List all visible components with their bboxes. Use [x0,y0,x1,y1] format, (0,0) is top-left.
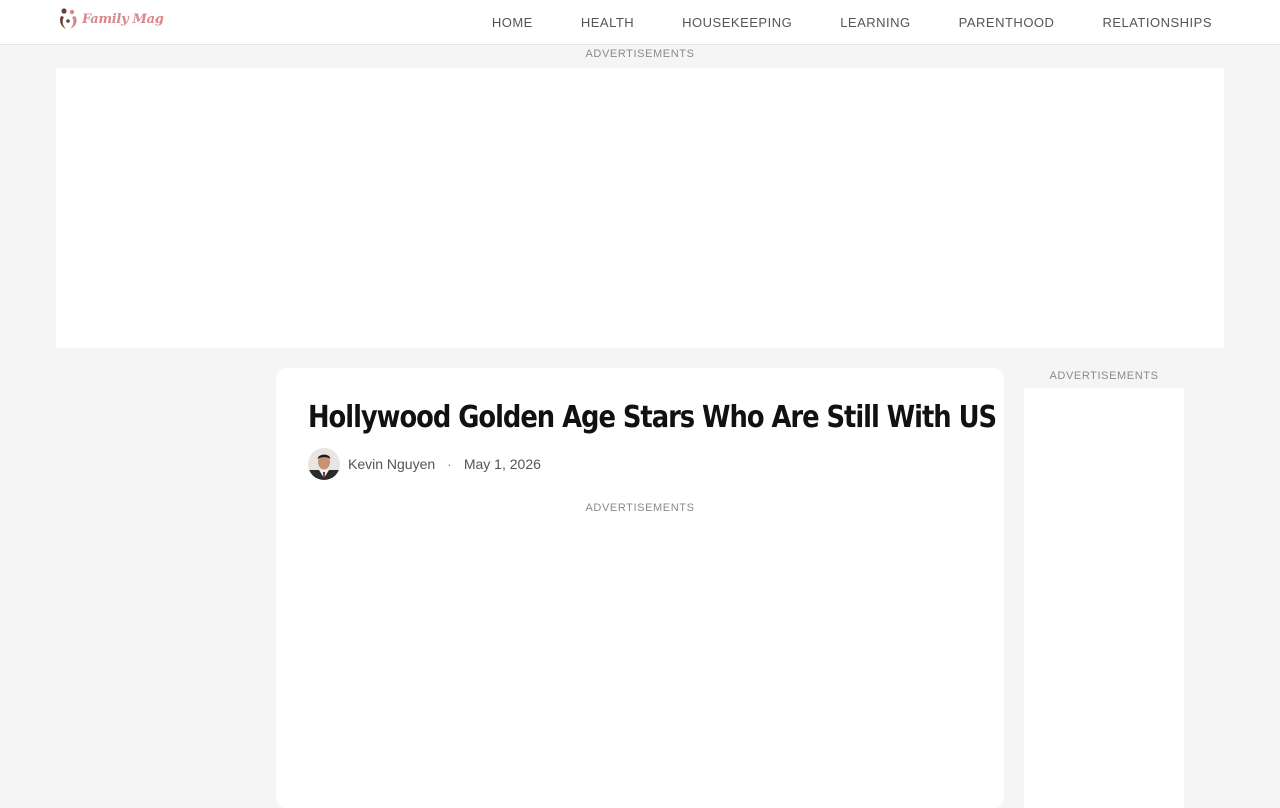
nav-parenthood[interactable]: PARENTHOOD [959,15,1055,30]
main-nav: HOME HEALTH HOUSEKEEPING LEARNING PARENT… [492,0,1212,45]
top-ad-label: ADVERTISEMENTS [585,48,695,60]
sidebar-ad-slot[interactable] [1024,388,1184,808]
family-heart-icon [60,8,77,29]
author-name[interactable]: Kevin Nguyen [348,456,435,472]
site-logo[interactable]: Family Mag [58,5,164,33]
byline: Kevin Nguyen · May 1, 2026 [308,448,541,480]
sidebar-ad-label: ADVERTISEMENTS [1049,370,1159,382]
nav-home[interactable]: HOME [492,15,533,30]
author-avatar[interactable] [308,448,340,480]
nav-health[interactable]: HEALTH [581,15,634,30]
article-ad-label: ADVERTISEMENTS [585,502,695,514]
article-title: Hollywood Golden Age Stars Who Are Still… [308,400,997,435]
site-header: Family Mag HOME HEALTH HOUSEKEEPING LEAR… [0,0,1280,45]
logo-text: Family Mag [82,11,164,27]
article-card: Hollywood Golden Age Stars Who Are Still… [276,368,1004,808]
nav-learning[interactable]: LEARNING [840,15,910,30]
nav-housekeeping[interactable]: HOUSEKEEPING [682,15,792,30]
byline-separator: · [447,456,452,472]
publish-date: May 1, 2026 [463,456,541,472]
nav-relationships[interactable]: RELATIONSHIPS [1102,15,1212,30]
top-ad-slot[interactable] [56,68,1224,348]
